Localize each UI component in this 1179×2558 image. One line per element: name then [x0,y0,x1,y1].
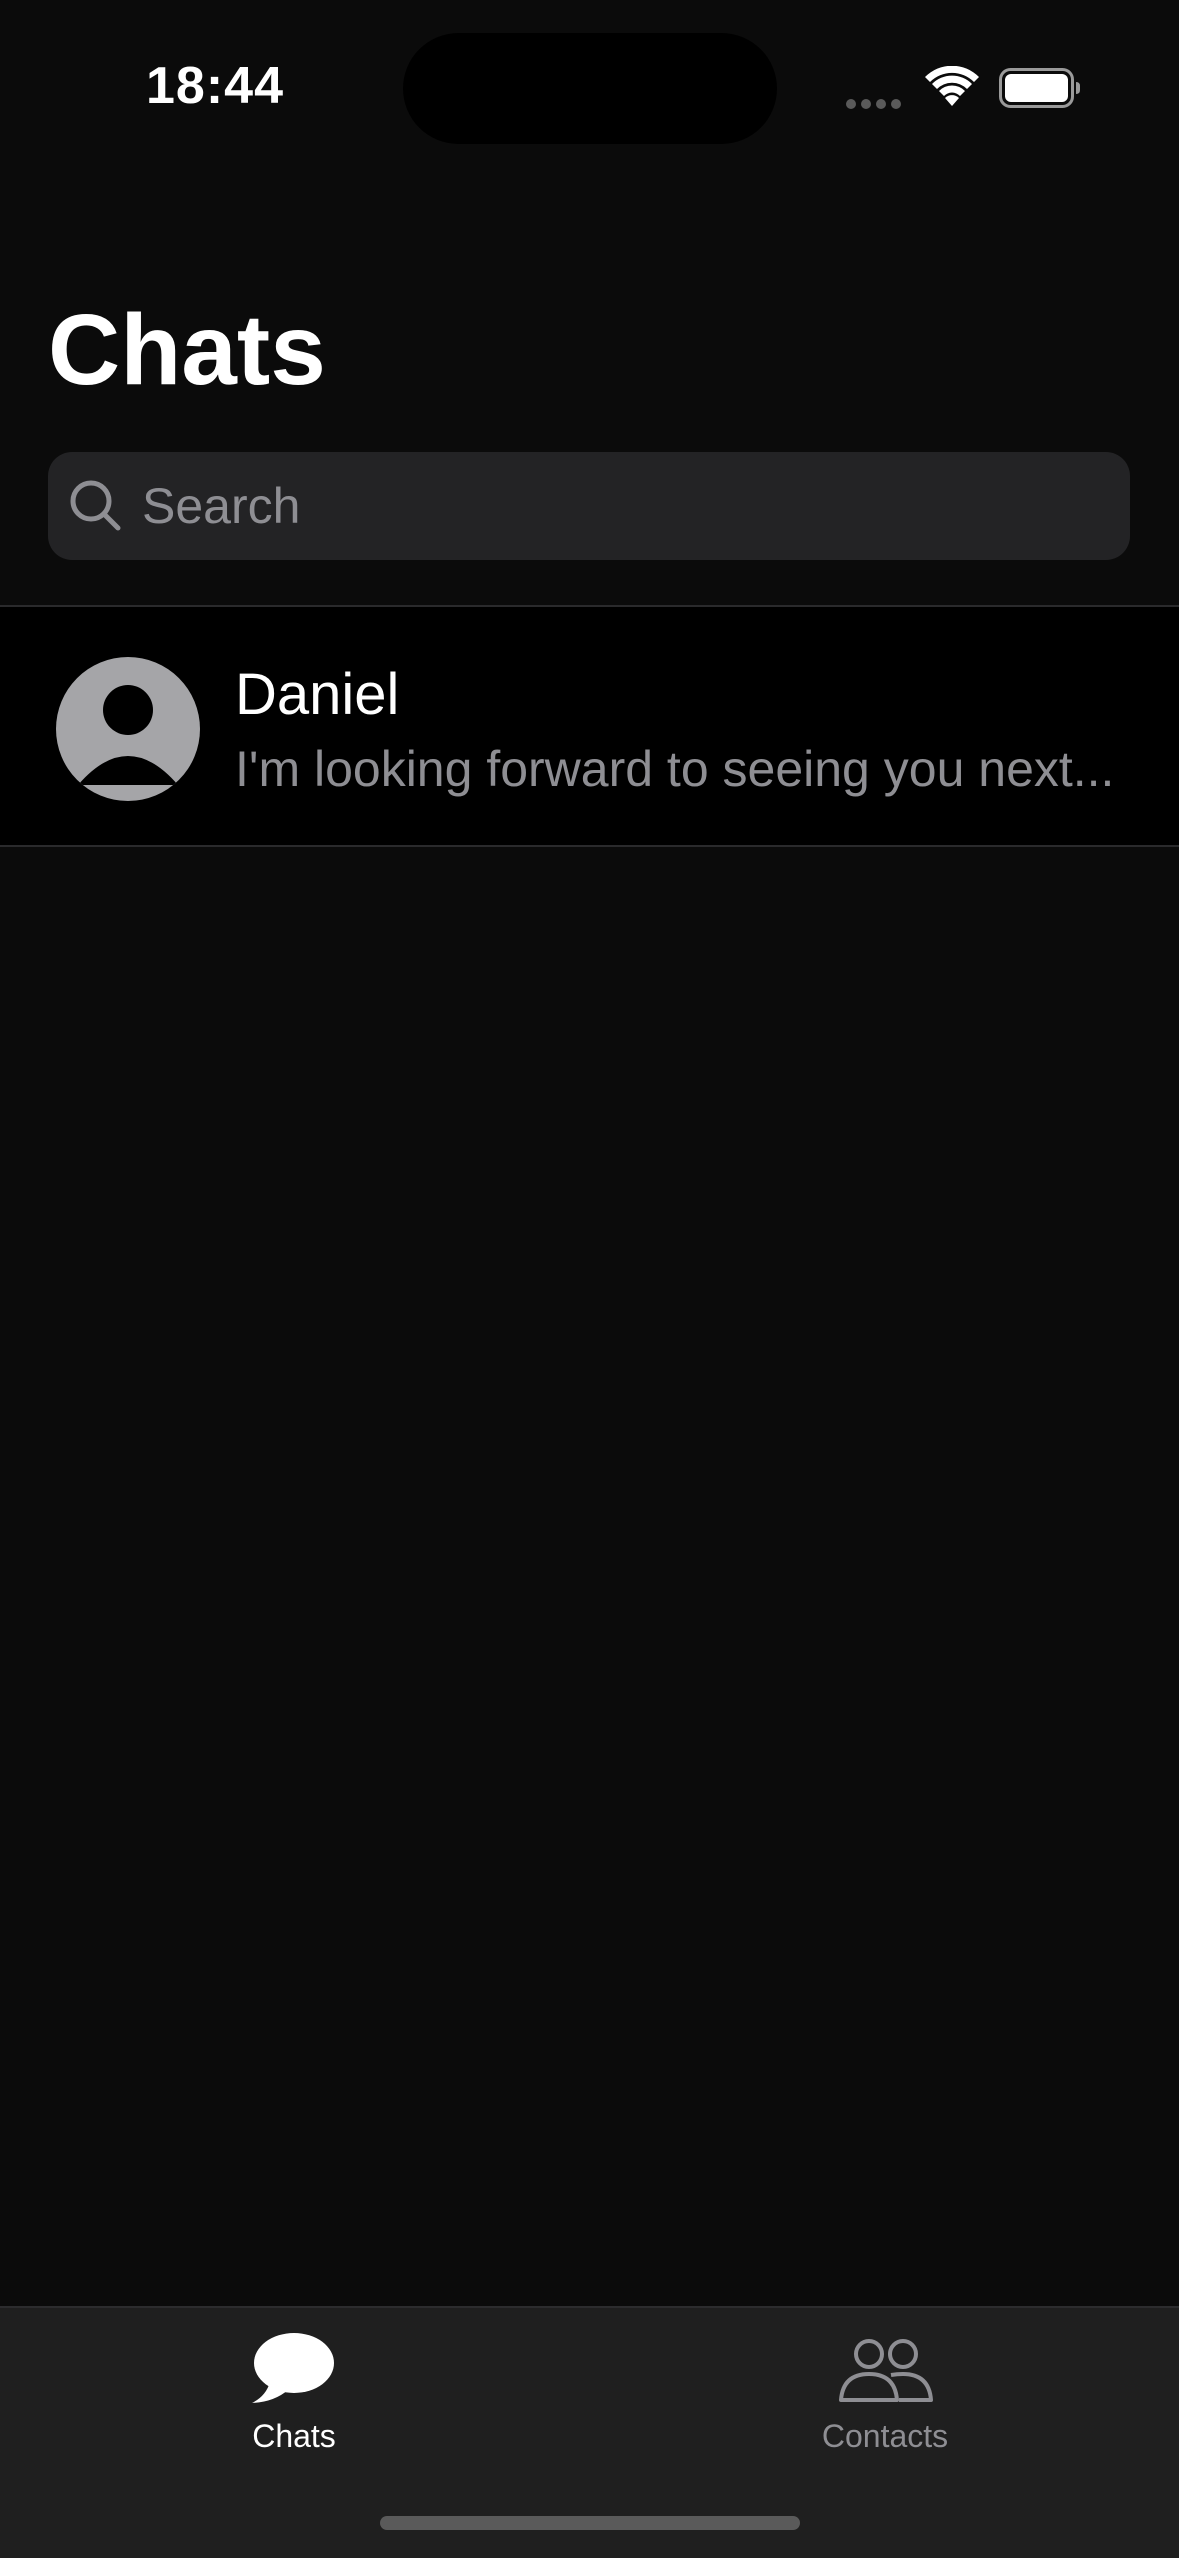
tab-chats[interactable]: Chats [144,2308,444,2468]
chat-name: Daniel [235,662,400,727]
search-bar[interactable] [48,452,1130,560]
search-input[interactable] [142,452,1102,560]
chat-bubble-icon [252,2333,334,2403]
chat-row-daniel[interactable]: Daniel I'm looking forward to seeing you… [0,607,1179,845]
status-time: 18:44 [146,57,284,115]
chat-message-preview: I'm looking forward to seeing you next..… [235,741,1115,797]
home-indicator [380,2516,800,2530]
tab-contacts[interactable]: Contacts [735,2308,1035,2468]
tab-label: Chats [252,2418,336,2454]
battery-icon [999,68,1080,108]
page-title: Chats [48,294,326,406]
search-icon [70,480,121,531]
avatar [56,657,200,801]
cellular-signal-icon [846,96,906,109]
dynamic-island [403,33,777,144]
wifi-icon [925,66,979,106]
list-divider [0,845,1179,847]
people-icon [839,2339,933,2402]
status-bar: 18:44 [0,0,1179,150]
tab-label: Contacts [821,2418,949,2454]
chat-list: Daniel I'm looking forward to seeing you… [0,605,1179,847]
